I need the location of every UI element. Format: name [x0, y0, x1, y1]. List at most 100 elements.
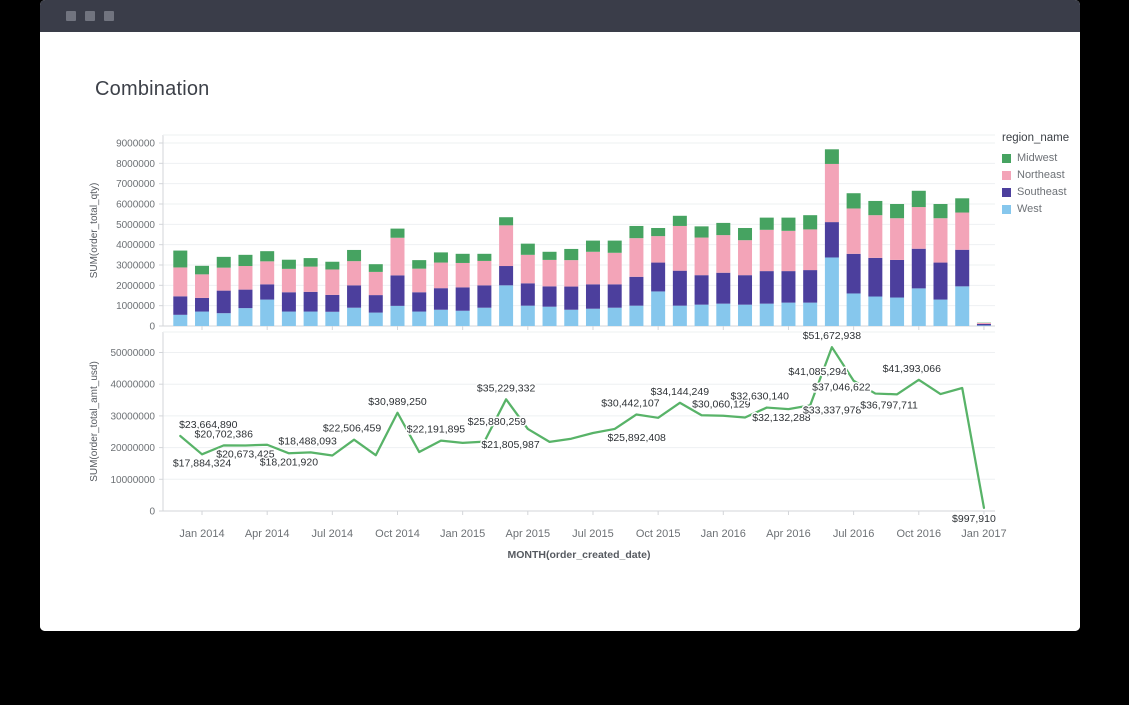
bar-segment-west[interactable] [934, 300, 948, 326]
bar-segment-midwest[interactable] [195, 266, 209, 275]
bar-segment-northeast[interactable] [890, 218, 904, 260]
bar-segment-midwest[interactable] [434, 252, 448, 262]
bar-segment-west[interactable] [912, 288, 926, 326]
bar-segment-southeast[interactable] [803, 270, 817, 303]
legend-entry[interactable]: Midwest [1002, 152, 1080, 164]
bar-segment-northeast[interactable] [304, 267, 318, 292]
bar-segment-southeast[interactable] [521, 283, 535, 305]
bar-segment-west[interactable] [456, 311, 470, 326]
bar-segment-midwest[interactable] [760, 218, 774, 230]
bar-segment-west[interactable] [868, 297, 882, 326]
bar-segment-west[interactable] [499, 285, 513, 326]
bar-segment-west[interactable] [825, 257, 839, 326]
bar-segment-southeast[interactable] [955, 250, 969, 287]
bar-segment-northeast[interactable] [586, 252, 600, 285]
bar-segment-northeast[interactable] [260, 261, 274, 284]
bar-segment-southeast[interactable] [977, 324, 991, 325]
bar-segment-west[interactable] [716, 304, 730, 326]
bar-segment-west[interactable] [564, 310, 578, 326]
bar-segment-midwest[interactable] [608, 241, 622, 253]
bar-segment-northeast[interactable] [412, 269, 426, 293]
bar-segment-northeast[interactable] [521, 255, 535, 283]
bar-segment-southeast[interactable] [651, 263, 665, 292]
bar-segment-southeast[interactable] [499, 266, 513, 285]
bar-segment-west[interactable] [347, 308, 361, 326]
bar-segment-northeast[interactable] [868, 215, 882, 258]
bar-segment-west[interactable] [673, 306, 687, 326]
bar-segment-midwest[interactable] [282, 260, 296, 269]
bar-segment-midwest[interactable] [173, 251, 187, 268]
bar-segment-northeast[interactable] [760, 230, 774, 271]
bar-segment-northeast[interactable] [434, 263, 448, 289]
bar-segment-northeast[interactable] [499, 225, 513, 266]
bar-segment-northeast[interactable] [456, 263, 470, 287]
bar-segment-northeast[interactable] [238, 266, 252, 290]
window-control-icon[interactable] [85, 11, 95, 21]
bar-segment-southeast[interactable] [825, 222, 839, 257]
bar-segment-northeast[interactable] [977, 323, 991, 324]
bar-segment-west[interactable] [760, 304, 774, 326]
bar-segment-midwest[interactable] [521, 244, 535, 255]
bar-segment-west[interactable] [543, 307, 557, 326]
bar-segment-midwest[interactable] [369, 264, 383, 272]
bar-segment-southeast[interactable] [391, 275, 405, 306]
bar-segment-west[interactable] [477, 308, 491, 326]
bar-segment-midwest[interactable] [847, 193, 861, 208]
legend-entry[interactable]: West [1002, 203, 1080, 215]
bar-segment-southeast[interactable] [369, 295, 383, 312]
bar-segment-west[interactable] [695, 305, 709, 326]
bar-segment-southeast[interactable] [868, 258, 882, 297]
bar-segment-west[interactable] [738, 305, 752, 326]
bar-segment-midwest[interactable] [586, 241, 600, 252]
bar-segment-west[interactable] [781, 303, 795, 326]
bar-segment-midwest[interactable] [564, 249, 578, 260]
bar-segment-west[interactable] [847, 293, 861, 326]
bar-segment-midwest[interactable] [629, 226, 643, 238]
bar-segment-southeast[interactable] [282, 292, 296, 311]
bar-segment-southeast[interactable] [347, 285, 361, 307]
bar-segment-midwest[interactable] [238, 255, 252, 266]
bar-segment-northeast[interactable] [608, 253, 622, 285]
bar-segment-west[interactable] [890, 298, 904, 326]
bar-segment-midwest[interactable] [304, 258, 318, 267]
bar-segment-midwest[interactable] [347, 250, 361, 261]
bar-segment-southeast[interactable] [260, 284, 274, 299]
bar-segment-northeast[interactable] [912, 207, 926, 249]
bar-segment-northeast[interactable] [781, 231, 795, 271]
bar-segment-midwest[interactable] [456, 254, 470, 263]
bar-segment-west[interactable] [629, 306, 643, 326]
bar-segment-northeast[interactable] [217, 268, 231, 291]
bar-segment-midwest[interactable] [217, 257, 231, 268]
bar-segment-southeast[interactable] [847, 254, 861, 294]
bar-segment-southeast[interactable] [325, 295, 339, 312]
bar-segment-northeast[interactable] [803, 229, 817, 270]
bar-segment-southeast[interactable] [934, 263, 948, 300]
bar-segment-west[interactable] [260, 300, 274, 326]
bar-segment-midwest[interactable] [781, 218, 795, 231]
window-control-icon[interactable] [104, 11, 114, 21]
bar-segment-west[interactable] [608, 308, 622, 326]
bar-segment-southeast[interactable] [238, 290, 252, 309]
bar-segment-northeast[interactable] [695, 238, 709, 276]
bar-segment-southeast[interactable] [195, 298, 209, 312]
legend-entry[interactable]: Southeast [1002, 186, 1080, 198]
bar-segment-west[interactable] [955, 286, 969, 326]
bar-segment-midwest[interactable] [890, 204, 904, 218]
legend-entry[interactable]: Northeast [1002, 169, 1080, 181]
bar-segment-northeast[interactable] [738, 240, 752, 275]
bar-segment-southeast[interactable] [890, 260, 904, 298]
bar-segment-midwest[interactable] [391, 229, 405, 238]
bar-segment-northeast[interactable] [651, 236, 665, 262]
bar-segment-northeast[interactable] [543, 260, 557, 286]
bar-segment-midwest[interactable] [673, 216, 687, 226]
bar-segment-northeast[interactable] [391, 238, 405, 276]
bar-segment-southeast[interactable] [738, 275, 752, 304]
bar-segment-west[interactable] [282, 312, 296, 326]
bar-segment-southeast[interactable] [543, 286, 557, 306]
bar-segment-midwest[interactable] [412, 260, 426, 269]
bar-segment-midwest[interactable] [325, 262, 339, 270]
bar-segment-west[interactable] [325, 312, 339, 326]
bar-segment-midwest[interactable] [955, 198, 969, 212]
window-control-icon[interactable] [66, 11, 76, 21]
bar-segment-southeast[interactable] [477, 285, 491, 307]
